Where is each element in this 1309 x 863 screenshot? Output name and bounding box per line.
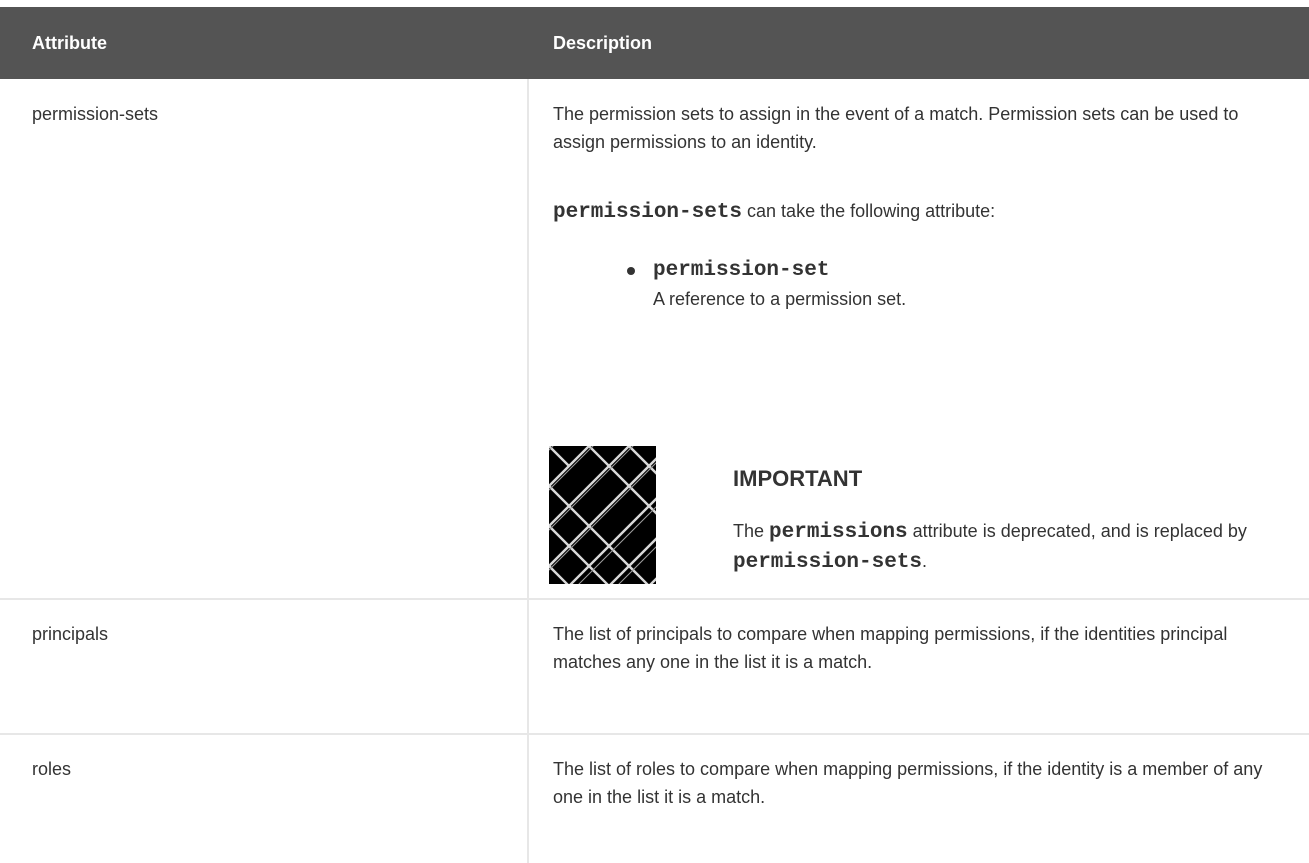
table-row: roles The list of roles to compare when …	[0, 735, 1309, 863]
admonition-text: The permissions attribute is deprecated,…	[733, 517, 1273, 577]
header-description: Description	[553, 33, 653, 53]
list-item-text: A reference to a permission set.	[653, 289, 907, 309]
attribute-table: Attribute Description permission-sets Th…	[0, 7, 1309, 863]
table-row: principals The list of principals to com…	[0, 600, 1309, 733]
inline-code: permissions	[769, 521, 908, 544]
admonition-title: IMPORTANT	[733, 466, 863, 491]
description-cell: The list of principals to compare when m…	[553, 624, 1228, 672]
inline-code: permission-sets	[553, 201, 743, 224]
attribute-name: roles	[32, 759, 72, 779]
important-pattern-icon	[549, 446, 656, 584]
description-cell: The list of roles to compare when mappin…	[553, 759, 1263, 807]
table-row: permission-sets The permission sets to a…	[0, 79, 1309, 609]
paragraph-text: can take the following attribute:	[742, 201, 996, 221]
list-item: permission-set A reference to a permissi…	[553, 257, 1293, 313]
admonition-text-mid: attribute is deprecated, and is replaced…	[907, 521, 1247, 541]
bullet-icon	[627, 267, 635, 275]
attribute-list: permission-set A reference to a permissi…	[553, 257, 1293, 313]
attribute-name: principals	[32, 624, 109, 644]
list-item-code: permission-set	[653, 259, 830, 282]
attribute-name: permission-sets	[32, 104, 159, 124]
description-paragraph: The permission sets to assign in the eve…	[553, 104, 1239, 152]
description-cell: The permission sets to assign in the eve…	[553, 100, 1293, 156]
header-attribute: Attribute	[32, 33, 107, 53]
table-header: Attribute Description	[0, 7, 1309, 79]
admonition-text-pre: The	[733, 521, 770, 541]
inline-code: permission-sets	[733, 551, 923, 574]
description-paragraph-2: permission-sets can take the following a…	[553, 195, 1293, 229]
admonition-text-post: .	[922, 551, 928, 571]
